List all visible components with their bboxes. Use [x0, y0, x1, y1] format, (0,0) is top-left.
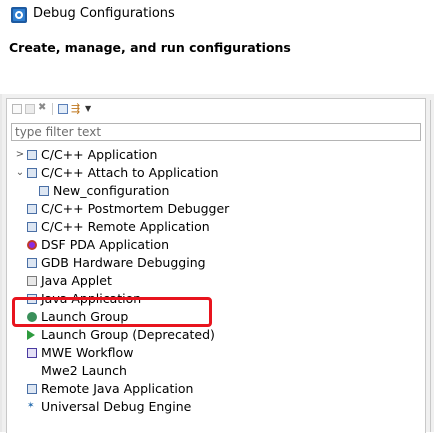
title-bar: Debug Configurations — [0, 0, 434, 30]
tree-item-label: Universal Debug Engine — [41, 399, 192, 414]
selection-highlight-box — [12, 297, 212, 327]
debug-configurations-app-icon — [11, 7, 27, 23]
tree-item-label: New_configuration — [53, 183, 170, 198]
remote-java-icon — [27, 384, 37, 394]
c-config-icon — [39, 186, 49, 196]
dropdown-arrow-icon[interactable]: ▼ — [85, 103, 91, 114]
tree-item-label: C/C++ Postmortem Debugger — [41, 201, 230, 216]
new-configuration-icon[interactable] — [12, 104, 22, 114]
c-postmortem-icon — [27, 204, 37, 214]
dsf-pda-icon — [27, 240, 37, 250]
filter-icon[interactable]: ⇶ — [71, 103, 80, 114]
ude-icon: ✶ — [27, 401, 35, 411]
filter-input[interactable] — [11, 123, 421, 141]
tree-item-label: C/C++ Attach to Application — [41, 165, 219, 180]
window-left-edge — [0, 94, 2, 432]
details-panel-border — [430, 100, 431, 432]
toolbar-separator — [52, 103, 53, 115]
tree-item-label: Launch Group (Deprecated) — [41, 327, 215, 342]
java-applet-icon — [27, 276, 37, 286]
duplicate-icon[interactable] — [25, 104, 35, 114]
page-title: Create, manage, and run configurations — [9, 40, 291, 55]
delete-icon[interactable]: ✖ — [38, 103, 46, 113]
launch-group-deprecated-icon — [27, 330, 35, 340]
dialog-body: ✖ ⇶ ▼ > C/C++ Application ⌄ C/C++ Attach… — [0, 94, 434, 433]
tree-item-label: Mwe2 Launch — [41, 363, 127, 378]
window-title: Debug Configurations — [33, 6, 175, 21]
tree-item-label: GDB Hardware Debugging — [41, 255, 206, 270]
tree-item-label: Remote Java Application — [41, 381, 194, 396]
configuration-tree-panel: ✖ ⇶ ▼ > C/C++ Application ⌄ C/C++ Attach… — [6, 98, 426, 433]
tree-toolbar: ✖ ⇶ ▼ — [7, 99, 425, 119]
c-attach-icon — [27, 168, 37, 178]
mwe-workflow-icon — [27, 348, 37, 358]
collapse-chevron-icon[interactable]: ⌄ — [15, 164, 25, 182]
tree-item-label: DSF PDA Application — [41, 237, 170, 252]
expand-chevron-icon[interactable]: > — [15, 146, 25, 164]
tree-item-label: Java Applet — [41, 273, 112, 288]
collapse-all-icon[interactable] — [58, 104, 68, 114]
c-app-icon — [27, 150, 37, 160]
dialog-header: Create, manage, and run configurations — [0, 30, 434, 94]
tree-item-label: C/C++ Application — [41, 147, 158, 162]
c-remote-icon — [27, 222, 37, 232]
gdb-hardware-icon — [27, 258, 37, 268]
tree-item-label: C/C++ Remote Application — [41, 219, 210, 234]
tree-item-label: MWE Workflow — [41, 345, 134, 360]
